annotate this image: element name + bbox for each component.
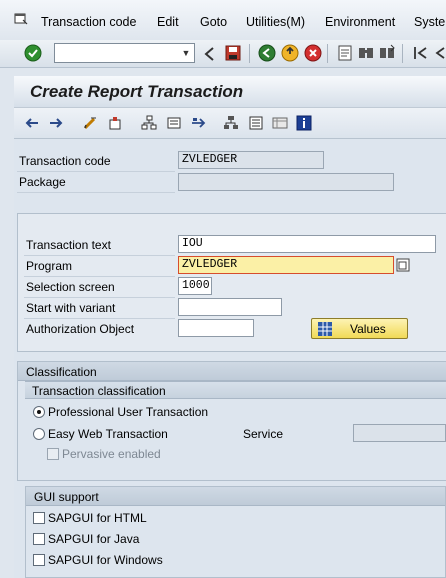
pervasive-label: Pervasive enabled (62, 447, 161, 461)
application-toolbar (14, 108, 446, 139)
standard-toolbar: ▼ (0, 40, 446, 68)
transaction-code-field: ZVLEDGER (178, 151, 324, 169)
sapgui-java-checkbox[interactable] (33, 533, 45, 545)
transaction-classification-header: Transaction classification (25, 381, 446, 399)
left-border (0, 68, 14, 578)
easy-web-radio[interactable] (33, 428, 45, 440)
cancel-icon[interactable] (304, 44, 322, 62)
professional-user-label: Professional User Transaction (48, 405, 209, 419)
info-icon[interactable] (296, 115, 312, 131)
transaction-code-label: Transaction code (19, 154, 111, 168)
navigate-icon[interactable] (190, 115, 206, 131)
authorization-object-field[interactable] (178, 319, 254, 337)
title-bar: Create Report Transaction (14, 76, 446, 108)
exit-icon[interactable] (281, 44, 299, 62)
menu-goto[interactable]: Goto (200, 15, 227, 29)
hierarchy-icon[interactable] (141, 115, 157, 131)
sapgui-html-checkbox[interactable] (33, 512, 45, 524)
table-icon[interactable] (272, 115, 288, 131)
save-icon[interactable] (224, 44, 242, 62)
search-help-icon[interactable] (396, 258, 410, 272)
command-field[interactable]: ▼ (54, 43, 195, 63)
values-button-label: Values (350, 322, 386, 336)
pervasive-checkbox (47, 448, 59, 460)
classification-title: Classification (26, 365, 97, 379)
other-object-icon[interactable] (107, 115, 123, 131)
sapgui-java-label: SAPGUI for Java (48, 532, 140, 546)
service-label: Service (243, 427, 284, 441)
professional-user-radio[interactable] (33, 406, 45, 418)
find-icon[interactable] (357, 44, 375, 62)
values-button[interactable]: Values (311, 318, 408, 339)
authorization-object-label: Authorization Object (26, 322, 135, 336)
transaction-text-label: Transaction text (26, 238, 111, 252)
back-arrow-icon[interactable] (24, 115, 40, 131)
table-values-icon (318, 322, 332, 336)
back-icon[interactable] (203, 45, 215, 63)
display-change-icon[interactable] (82, 115, 98, 131)
menu-utilities[interactable]: Utilities(M) (246, 15, 305, 29)
tree-icon[interactable] (223, 115, 239, 131)
sapgui-html-label: SAPGUI for HTML (48, 511, 147, 525)
find-next-icon[interactable] (378, 44, 396, 62)
gui-support-title: GUI support (34, 490, 99, 504)
page-title: Create Report Transaction (30, 82, 244, 101)
start-variant-label: Start with variant (26, 301, 116, 315)
easy-web-label: Easy Web Transaction (48, 427, 168, 441)
transaction-text-field[interactable]: IOU (178, 235, 436, 253)
display-object-list-icon[interactable] (166, 115, 182, 131)
start-variant-field[interactable] (178, 298, 282, 316)
window-menu-icon[interactable] (14, 12, 28, 26)
menu-environment[interactable]: Environment (325, 15, 395, 29)
previous-page-icon[interactable] (432, 44, 446, 62)
forward-arrow-icon[interactable] (48, 115, 64, 131)
selection-screen-field[interactable]: 1000 (178, 277, 212, 295)
program-label: Program (26, 259, 73, 273)
chevron-down-icon[interactable]: ▼ (178, 44, 194, 62)
list-icon[interactable] (248, 115, 264, 131)
menu-system[interactable]: Syste (414, 15, 445, 29)
selection-screen-label: Selection screen (26, 280, 115, 294)
sapgui-windows-checkbox[interactable] (33, 554, 45, 566)
classification-group: Classification (17, 361, 446, 481)
service-field[interactable] (353, 424, 446, 442)
transaction-classification-title: Transaction classification (32, 384, 166, 398)
menu-bar: Transaction code Edit Goto Utilities(M) … (0, 0, 446, 40)
enter-icon[interactable] (24, 44, 42, 62)
program-field[interactable]: ZVLEDGER (178, 256, 394, 274)
sapgui-windows-label: SAPGUI for Windows (48, 553, 163, 567)
package-field[interactable] (178, 173, 394, 191)
back-green-icon[interactable] (258, 44, 276, 62)
package-label: Package (19, 175, 66, 189)
menu-transaction-code[interactable]: Transaction code (41, 15, 136, 29)
menu-edit[interactable]: Edit (157, 15, 179, 29)
first-page-icon[interactable] (412, 44, 430, 62)
print-icon[interactable] (336, 44, 354, 62)
